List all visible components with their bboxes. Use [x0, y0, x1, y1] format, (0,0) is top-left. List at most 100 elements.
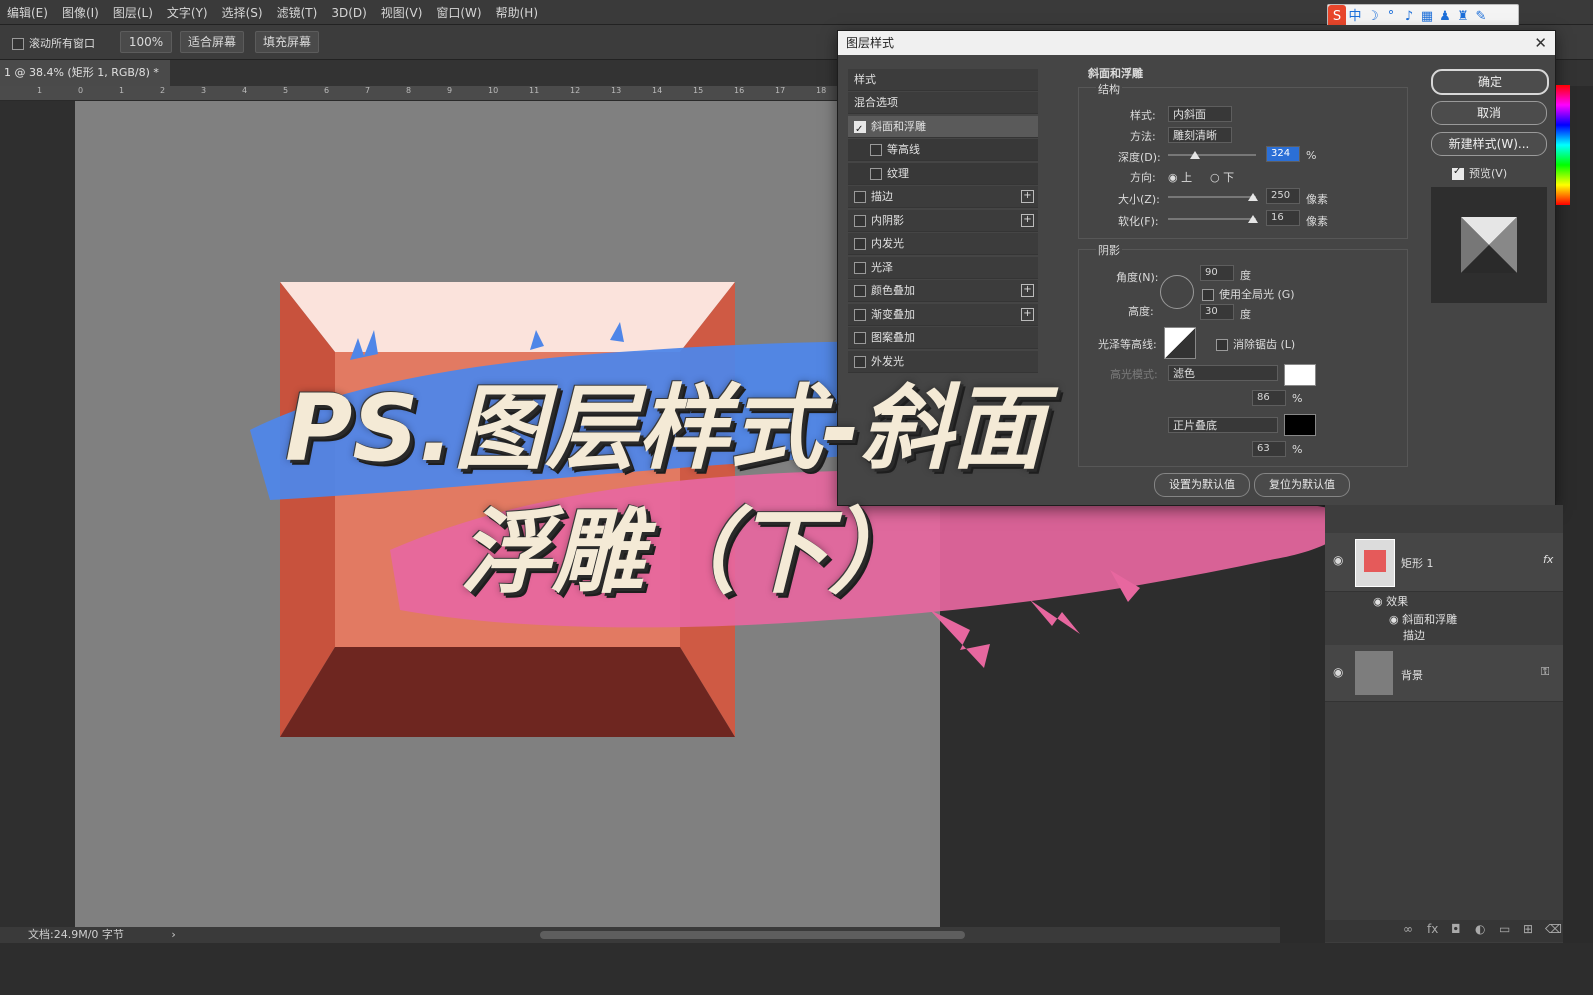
- technique-select[interactable]: 雕刻清晰: [1168, 127, 1232, 143]
- menu-3d[interactable]: 3D(D): [324, 2, 373, 24]
- overlay-title: PS.图层样式-斜面 浮雕（下）: [255, 330, 1405, 630]
- depth-slider[interactable]: [1168, 154, 1256, 156]
- soften-slider-knob[interactable]: [1248, 215, 1258, 223]
- effect-bevel-label: 斜面和浮雕: [1402, 613, 1458, 626]
- preview-checkbox[interactable]: [1452, 166, 1464, 180]
- bevel-section-title: 斜面和浮雕: [1088, 67, 1143, 80]
- size-slider[interactable]: [1168, 196, 1256, 198]
- direction-down-radio[interactable]: ○ 下: [1210, 169, 1234, 185]
- menu-view[interactable]: 视图(V): [374, 0, 430, 25]
- ruler-tick: 0: [78, 86, 84, 95]
- structure-title: 结构: [1096, 81, 1122, 97]
- horizontal-ruler: 1 0 1 2 3 4 5 6 7 8 9 10 11 12 13 14 15 16 17 18: [0, 86, 840, 101]
- size-label: 大小(Z):: [1118, 193, 1160, 206]
- stroke-checkbox[interactable]: [854, 191, 866, 203]
- angle-label: 角度(N):: [1116, 271, 1159, 284]
- style-gradient-overlay-label: 渐变叠加: [871, 308, 915, 321]
- scroll-all-checkbox[interactable]: [12, 38, 24, 50]
- menu-layer[interactable]: 图层(L): [106, 0, 160, 25]
- style-texture-label: 纹理: [887, 167, 909, 180]
- ok-button[interactable]: 确定: [1431, 69, 1549, 95]
- size-slider-knob[interactable]: [1248, 193, 1258, 201]
- color-ramp[interactable]: [1556, 85, 1570, 205]
- style-blending-options[interactable]: 混合选项: [848, 92, 1038, 114]
- style-stroke[interactable]: 描边 +: [848, 186, 1038, 208]
- menu-filter[interactable]: 滤镜(T): [270, 0, 325, 25]
- eye-icon[interactable]: ◉: [1333, 665, 1343, 679]
- adjustment-icon[interactable]: ◐: [1475, 922, 1485, 936]
- close-icon[interactable]: ✕: [1534, 31, 1547, 55]
- horizontal-scrollbar[interactable]: [540, 931, 965, 939]
- style-inner-glow[interactable]: 内发光: [848, 233, 1038, 255]
- bevel-checkbox[interactable]: [854, 119, 866, 141]
- ruler-tick: 10: [488, 86, 499, 95]
- layer-thumbnail: [1355, 651, 1393, 695]
- depth-input[interactable]: 324: [1266, 146, 1300, 162]
- global-light-checkbox[interactable]: [1202, 289, 1214, 301]
- cancel-button[interactable]: 取消: [1431, 101, 1547, 125]
- menu-type[interactable]: 文字(Y): [160, 0, 215, 25]
- layer-row-background[interactable]: ◉ 背景 ⚿: [1325, 645, 1563, 702]
- color-overlay-checkbox[interactable]: [854, 285, 866, 297]
- style-gradient-overlay[interactable]: 渐变叠加 +: [848, 304, 1038, 326]
- direction-up-radio[interactable]: ◉ 上: [1168, 169, 1192, 185]
- satin-checkbox[interactable]: [854, 262, 866, 274]
- menu-select[interactable]: 选择(S): [215, 0, 270, 25]
- zoom-100-button[interactable]: 100%: [120, 31, 172, 53]
- style-satin[interactable]: 光泽: [848, 257, 1038, 279]
- angle-dial[interactable]: [1160, 275, 1194, 309]
- fx-icon[interactable]: fx: [1543, 553, 1553, 566]
- fx-footer-icon[interactable]: fx: [1427, 922, 1438, 936]
- style-list-header[interactable]: 样式: [848, 69, 1038, 91]
- altitude-input[interactable]: 30: [1200, 304, 1234, 320]
- trash-icon[interactable]: ⌫: [1545, 922, 1562, 936]
- inner-shadow-checkbox[interactable]: [854, 215, 866, 227]
- style-inner-shadow[interactable]: 内阴影 +: [848, 210, 1038, 232]
- menu-edit[interactable]: 编辑(E): [0, 0, 55, 25]
- scroll-all-windows-option[interactable]: 滚动所有窗口: [12, 35, 95, 51]
- inner-glow-checkbox[interactable]: [854, 238, 866, 250]
- soften-input[interactable]: 16: [1266, 210, 1300, 226]
- altitude-label: 高度:: [1128, 305, 1154, 318]
- fill-screen-button[interactable]: 填充屏幕: [255, 31, 319, 53]
- size-input[interactable]: 250: [1266, 188, 1300, 204]
- layer-name-rectangle: 矩形 1: [1401, 557, 1434, 570]
- add-gradient-overlay-icon[interactable]: +: [1021, 308, 1034, 321]
- preview-option[interactable]: 预览(V): [1452, 165, 1507, 181]
- style-satin-label: 光泽: [871, 261, 893, 274]
- style-texture[interactable]: 纹理: [848, 163, 1038, 185]
- altitude-unit: 度: [1240, 308, 1251, 321]
- new-style-button[interactable]: 新建样式(W)...: [1431, 132, 1547, 156]
- ruler-tick: 4: [242, 86, 248, 95]
- new-layer-icon[interactable]: ⊞: [1523, 922, 1533, 936]
- status-arrow-icon[interactable]: ›: [171, 928, 175, 941]
- style-inner-shadow-label: 内阴影: [871, 214, 904, 227]
- style-list-header-label: 样式: [854, 73, 876, 86]
- soften-slider[interactable]: [1168, 218, 1256, 220]
- mask-icon[interactable]: ◘: [1451, 922, 1461, 936]
- gradient-overlay-checkbox[interactable]: [854, 309, 866, 321]
- depth-label: 深度(D):: [1118, 151, 1161, 164]
- style-color-overlay[interactable]: 颜色叠加 +: [848, 280, 1038, 302]
- style-contour[interactable]: 等高线: [848, 139, 1038, 161]
- fit-screen-button[interactable]: 适合屏幕: [180, 31, 244, 53]
- angle-input[interactable]: 90: [1200, 265, 1234, 281]
- menu-image[interactable]: 图像(I): [55, 0, 106, 25]
- texture-checkbox[interactable]: [870, 168, 882, 180]
- style-bevel-emboss[interactable]: 斜面和浮雕: [848, 116, 1038, 141]
- add-stroke-icon[interactable]: +: [1021, 190, 1034, 203]
- link-icon[interactable]: ∞: [1403, 922, 1413, 936]
- add-inner-shadow-icon[interactable]: +: [1021, 214, 1034, 227]
- depth-slider-knob[interactable]: [1190, 151, 1200, 159]
- global-light-option[interactable]: 使用全局光 (G): [1202, 286, 1295, 302]
- bevel-style-select[interactable]: 内斜面: [1168, 106, 1232, 122]
- ruler-tick: 15: [693, 86, 704, 95]
- menu-help[interactable]: 帮助(H): [489, 0, 545, 25]
- folder-icon[interactable]: ▭: [1499, 922, 1510, 936]
- add-color-overlay-icon[interactable]: +: [1021, 284, 1034, 297]
- document-tab[interactable]: 1 @ 38.4% (矩形 1, RGB/8) * ×: [0, 60, 170, 105]
- style-stroke-label: 描边: [871, 190, 893, 203]
- ruler-tick: 11: [529, 86, 540, 95]
- contour-checkbox[interactable]: [870, 144, 882, 156]
- menu-window[interactable]: 窗口(W): [429, 0, 488, 25]
